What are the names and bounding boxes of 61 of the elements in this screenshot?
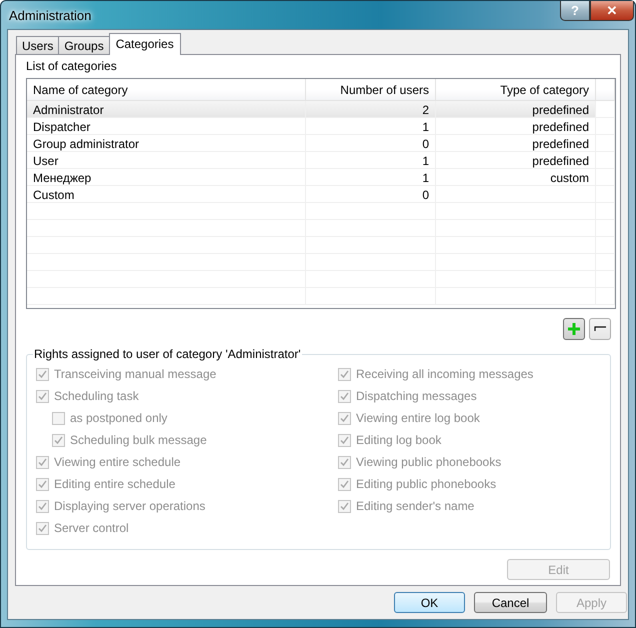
checkbox-label: Scheduling task bbox=[54, 389, 139, 403]
table-cell[interactable]: Administrator bbox=[27, 101, 306, 118]
minus-icon bbox=[594, 326, 606, 332]
table-cell bbox=[596, 203, 615, 220]
table-cell[interactable]: Group administrator bbox=[27, 135, 306, 152]
tab[interactable]: Users bbox=[16, 36, 60, 55]
table-cell[interactable]: Custom bbox=[27, 186, 306, 203]
table-cell bbox=[596, 169, 615, 186]
dialog-button[interactable]: Cancel bbox=[474, 592, 547, 613]
table-cell bbox=[596, 237, 615, 254]
table-cell[interactable]: User bbox=[27, 152, 306, 169]
checkbox-label: Scheduling bulk message bbox=[70, 433, 207, 447]
plus-icon bbox=[567, 322, 581, 336]
table-cell bbox=[596, 220, 615, 237]
checkbox-label: Viewing entire schedule bbox=[54, 455, 181, 469]
checkbox-label: Dispatching messages bbox=[356, 389, 477, 403]
table-cell bbox=[596, 101, 615, 118]
add-button[interactable] bbox=[563, 318, 585, 340]
table-cell[interactable]: Менеджер bbox=[27, 169, 306, 186]
checkbox-label: Editing log book bbox=[356, 433, 442, 447]
table-cell bbox=[596, 152, 615, 169]
dialog-button[interactable]: OK bbox=[394, 592, 465, 613]
close-button[interactable]: ✕ bbox=[590, 1, 634, 21]
table-cell bbox=[596, 288, 615, 305]
table-cell bbox=[596, 118, 615, 135]
checkbox-label: Viewing public phonebooks bbox=[356, 455, 502, 469]
checkbox-label: Editing public phonebooks bbox=[356, 477, 496, 491]
table-cell: 0 bbox=[306, 135, 436, 152]
tab[interactable]: Groups bbox=[58, 36, 110, 55]
table-cell: predefined bbox=[436, 135, 596, 152]
table-cell: custom bbox=[436, 169, 596, 186]
column-header[interactable]: Type of category bbox=[436, 79, 596, 101]
checkbox-label: Viewing entire log book bbox=[356, 411, 480, 425]
checkbox-label: Server control bbox=[54, 521, 129, 535]
column-header bbox=[596, 79, 615, 101]
table-cell: 2 bbox=[306, 101, 436, 118]
tab[interactable]: Categories bbox=[108, 33, 181, 55]
table-cell bbox=[596, 186, 615, 203]
table-cell: 1 bbox=[306, 169, 436, 186]
checkbox-label: Transceiving manual message bbox=[54, 367, 216, 381]
table-cell: predefined bbox=[436, 101, 596, 118]
column-header[interactable]: Name of category bbox=[27, 79, 306, 101]
window-title: Administration bbox=[9, 8, 92, 23]
table-cell: 0 bbox=[306, 186, 436, 203]
table-cell[interactable]: Dispatcher bbox=[27, 118, 306, 135]
checkbox-label: Editing entire schedule bbox=[54, 477, 176, 491]
group-title: Rights assigned to user of category 'Administrator' bbox=[33, 347, 302, 361]
table-cell bbox=[596, 271, 615, 288]
remove-button[interactable] bbox=[589, 318, 611, 340]
table-cell: predefined bbox=[436, 152, 596, 169]
table-cell bbox=[596, 254, 615, 271]
checkbox-label: Displaying server operations bbox=[54, 499, 206, 513]
section-label: List of categories bbox=[26, 59, 118, 73]
table-cell bbox=[596, 135, 615, 152]
checkbox-label: Receiving all incoming messages bbox=[356, 367, 534, 381]
column-header[interactable]: Number of users bbox=[306, 79, 436, 101]
checkbox-label: Editing sender's name bbox=[356, 499, 474, 513]
table-cell: 1 bbox=[306, 118, 436, 135]
checkbox-label: as postponed only bbox=[70, 411, 168, 425]
table-cell: 1 bbox=[306, 152, 436, 169]
table-cell: predefined bbox=[436, 118, 596, 135]
